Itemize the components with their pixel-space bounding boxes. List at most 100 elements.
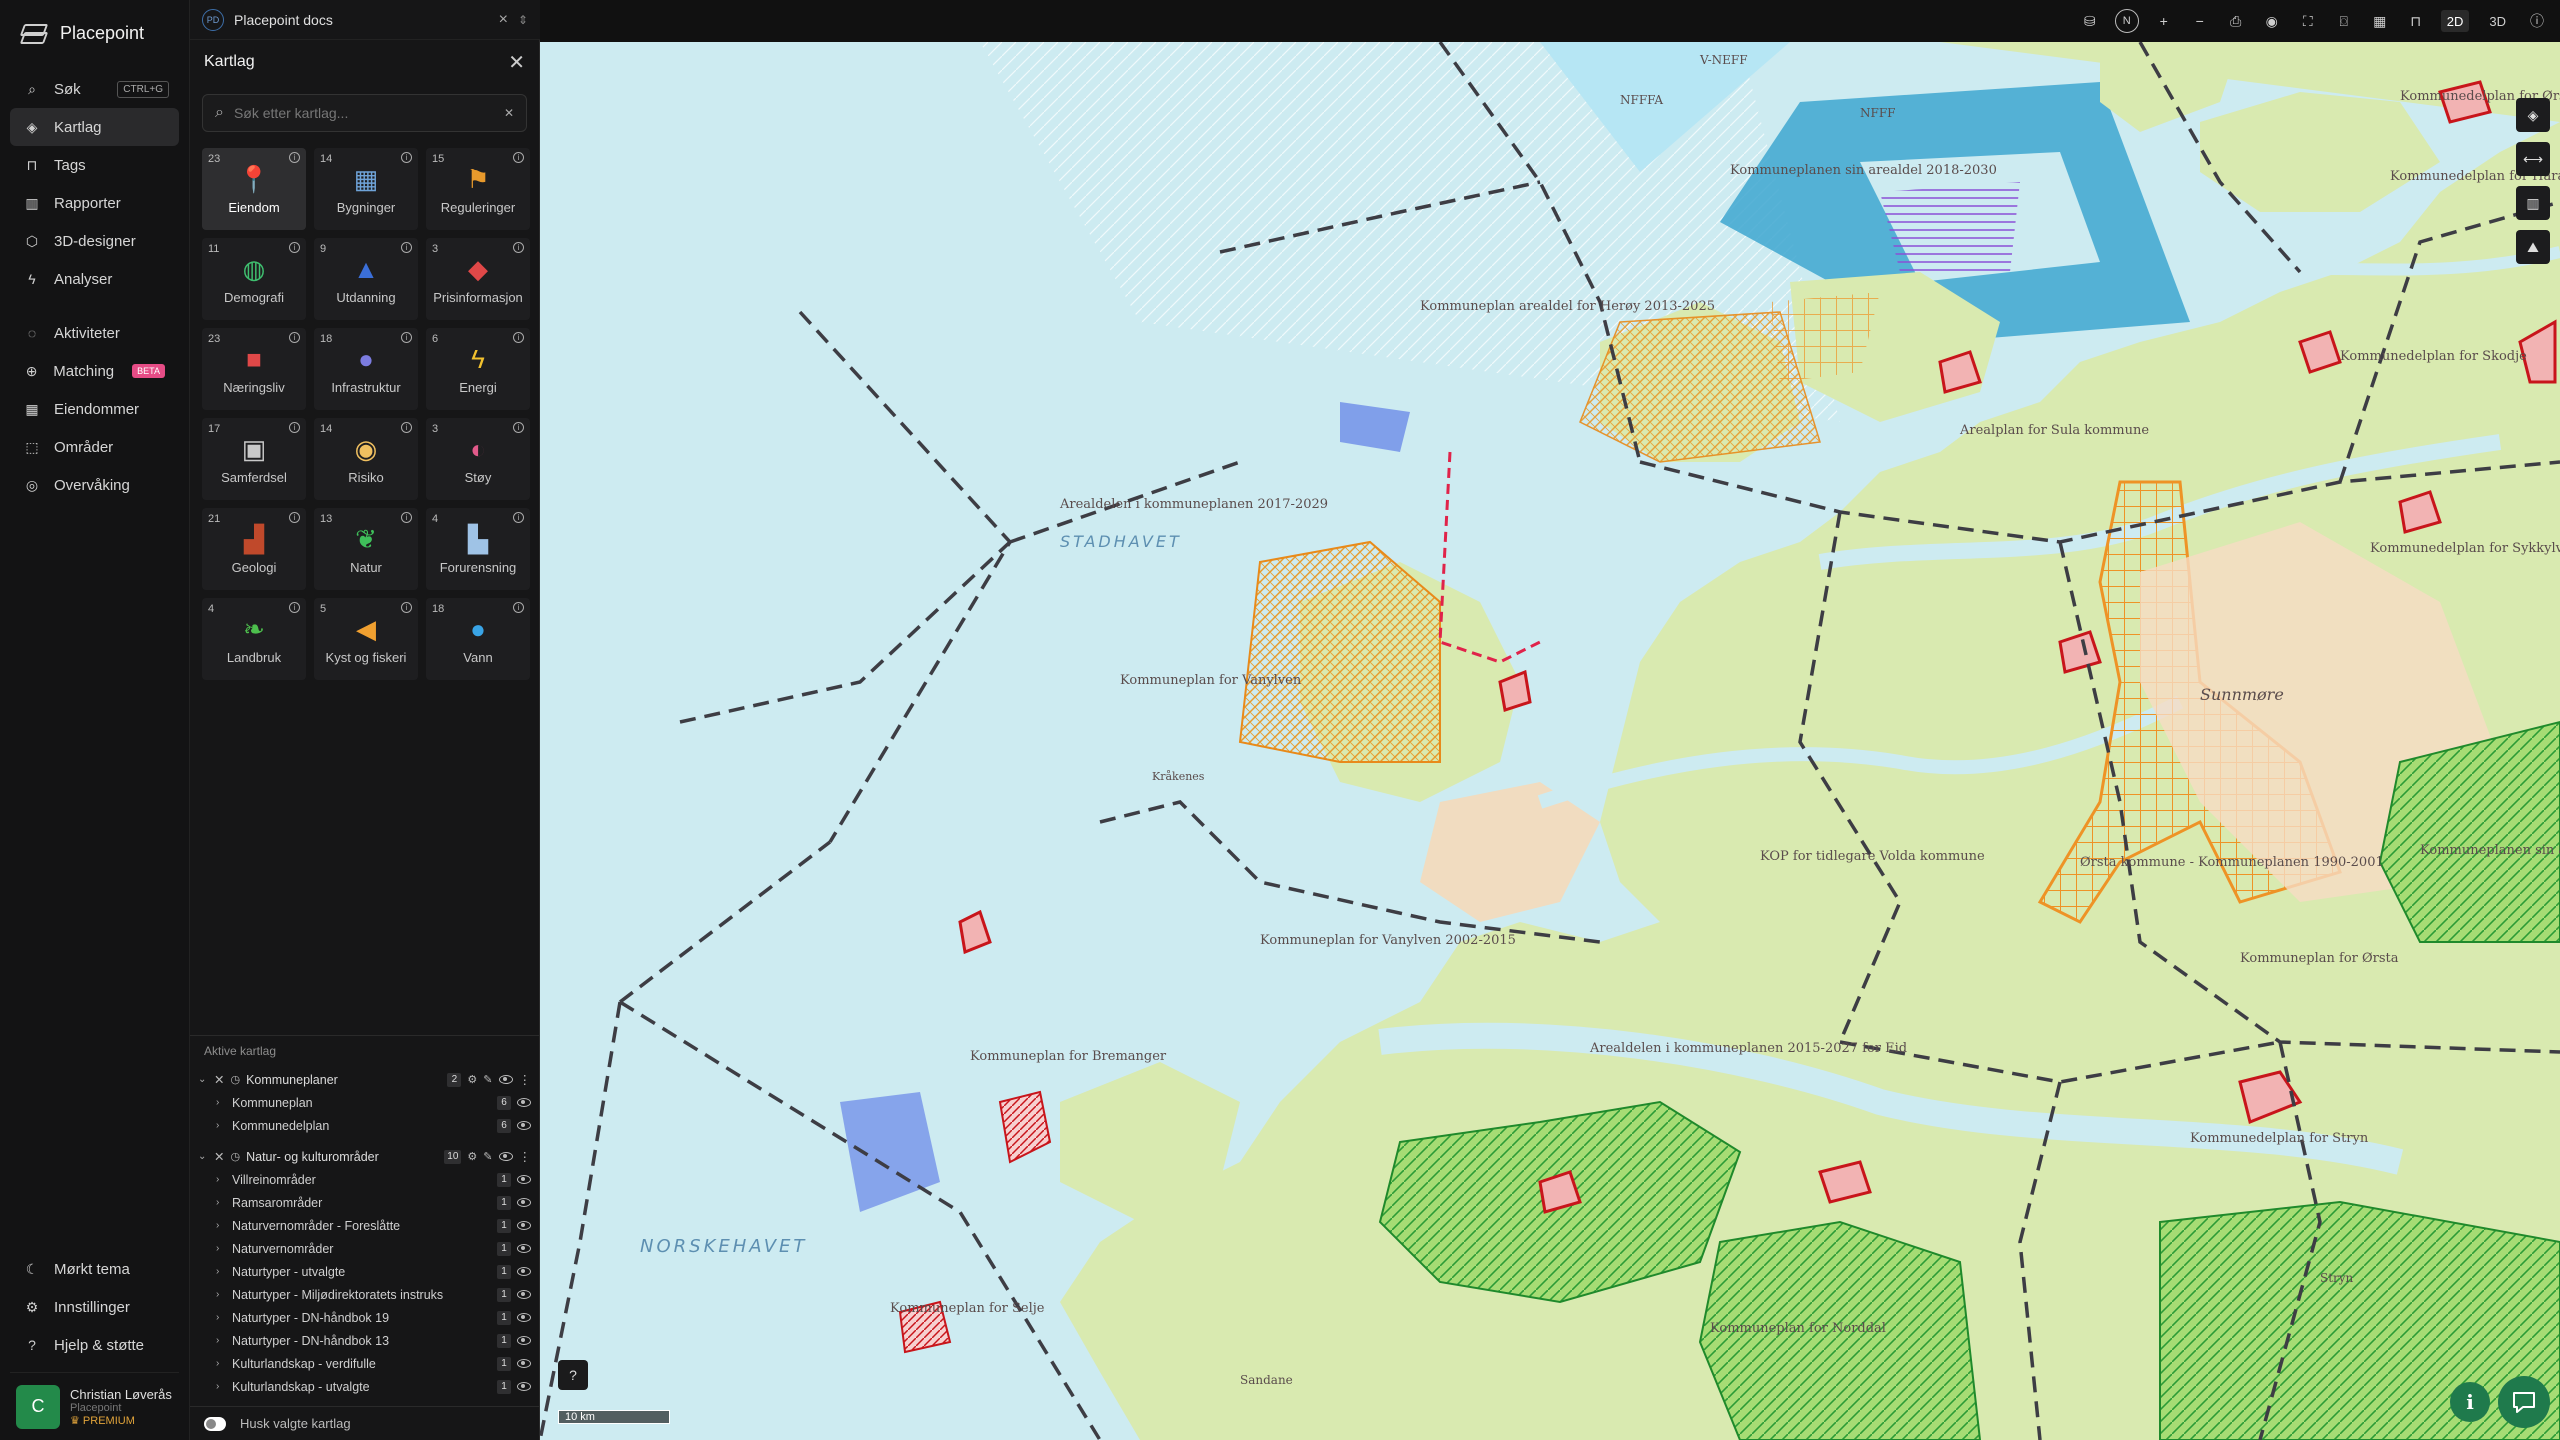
- info-icon[interactable]: i: [401, 422, 412, 433]
- fullscreen-icon[interactable]: ⛶: [2297, 10, 2319, 32]
- eye-icon[interactable]: [517, 1221, 531, 1230]
- info-icon[interactable]: i: [513, 422, 524, 433]
- eye-icon[interactable]: [517, 1121, 531, 1130]
- user-profile[interactable]: C Christian Løverås Placepoint ♛ PREMIUM: [10, 1372, 179, 1440]
- eye-icon[interactable]: ◉: [2261, 10, 2283, 32]
- nav-item-analyser[interactable]: ϟ Analyser: [10, 260, 179, 298]
- nav-item-rapporter[interactable]: ▥ Rapporter: [10, 184, 179, 222]
- nav-item-eiendommer[interactable]: ▦ Eiendommer: [10, 390, 179, 428]
- zoom-out-button[interactable]: −: [2189, 10, 2211, 32]
- zoom-in-button[interactable]: +: [2153, 10, 2175, 32]
- layer-row[interactable]: › Villreinområder 1: [190, 1168, 539, 1191]
- category-tile[interactable]: 4 i ❧ Landbruk: [202, 598, 306, 680]
- layer-row[interactable]: › Naturtyper - DN-håndbok 19 1: [190, 1306, 539, 1329]
- info-icon[interactable]: i: [289, 332, 300, 343]
- map-help-button[interactable]: ?: [558, 1360, 588, 1390]
- chevron-right-icon[interactable]: ›: [216, 1243, 226, 1254]
- category-tile[interactable]: 21 i ▟ Geologi: [202, 508, 306, 590]
- eye-icon[interactable]: [498, 1075, 513, 1084]
- nav-item-3d-designer[interactable]: ⬡ 3D-designer: [10, 222, 179, 260]
- layer-row[interactable]: › Ramsarområder 1: [190, 1191, 539, 1214]
- chevron-right-icon[interactable]: ›: [216, 1266, 226, 1277]
- remove-icon[interactable]: ✕: [214, 1072, 224, 1087]
- eye-icon[interactable]: [517, 1098, 531, 1107]
- remember-toggle[interactable]: [204, 1416, 226, 1431]
- settings-icon[interactable]: ⚙: [467, 1150, 477, 1163]
- info-icon[interactable]: i: [401, 152, 412, 163]
- category-tile[interactable]: 5 i ◀ Kyst og fiskeri: [314, 598, 418, 680]
- info-icon[interactable]: i: [513, 512, 524, 523]
- close-icon[interactable]: ✕: [508, 50, 525, 75]
- eye-icon[interactable]: [517, 1313, 531, 1322]
- category-tile[interactable]: 6 i ϟ Energi: [426, 328, 530, 410]
- nav-item-omrader[interactable]: ⬚ Områder: [10, 428, 179, 466]
- document-tab[interactable]: PD Placepoint docs × ⇕: [190, 0, 540, 40]
- chevron-right-icon[interactable]: ›: [216, 1174, 226, 1185]
- measure-tool-icon[interactable]: ⟷: [2516, 142, 2550, 176]
- category-tile[interactable]: 14 i ▦ Bygninger: [314, 148, 418, 230]
- grid-view-icon[interactable]: ▦: [2369, 10, 2391, 32]
- chevron-right-icon[interactable]: ›: [216, 1312, 226, 1323]
- nav-item-settings[interactable]: ⚙ Innstillinger: [10, 1288, 179, 1326]
- nav-item-overvaking[interactable]: ◎ Overvåking: [10, 466, 179, 504]
- bookmark-icon[interactable]: ⊓: [2405, 10, 2427, 32]
- info-icon[interactable]: i: [513, 602, 524, 613]
- chat-button[interactable]: [2498, 1376, 2550, 1428]
- layers-tool-icon[interactable]: ◈: [2516, 98, 2550, 132]
- chevron-right-icon[interactable]: ›: [216, 1197, 226, 1208]
- more-icon[interactable]: ⋮: [519, 1149, 532, 1164]
- info-icon[interactable]: i: [401, 512, 412, 523]
- nav-item-sok[interactable]: ⌕ Søk CTRL+G: [10, 70, 179, 108]
- chevron-right-icon[interactable]: ›: [216, 1289, 226, 1300]
- category-tile[interactable]: 14 i ◉ Risiko: [314, 418, 418, 500]
- brand[interactable]: Placepoint: [0, 0, 189, 66]
- info-button[interactable]: i: [2450, 1382, 2490, 1422]
- info-icon[interactable]: i: [401, 332, 412, 343]
- info-icon[interactable]: ⓘ: [2526, 10, 2548, 32]
- nav-item-dark-theme[interactable]: ☾ Mørkt tema: [10, 1250, 179, 1288]
- category-tile[interactable]: 4 i ▙ Forurensning: [426, 508, 530, 590]
- clear-icon[interactable]: ✕: [504, 106, 514, 120]
- map-canvas[interactable]: STADHAVET NORSKEHAVET NFFFA Kommuneplane…: [540, 42, 2560, 1440]
- nav-item-matching[interactable]: ⊕ Matching BETA: [10, 352, 179, 390]
- layer-row[interactable]: › Naturtyper - utvalgte 1: [190, 1260, 539, 1283]
- category-tile[interactable]: 3 i ◆ Prisinformasjon: [426, 238, 530, 320]
- chevron-right-icon[interactable]: ›: [216, 1097, 226, 1108]
- eye-icon[interactable]: [517, 1267, 531, 1276]
- eye-icon[interactable]: [517, 1359, 531, 1368]
- layer-search-input[interactable]: [233, 105, 494, 121]
- nav-item-aktiviteter[interactable]: ◌ Aktiviteter: [10, 314, 179, 352]
- eye-icon[interactable]: [517, 1336, 531, 1345]
- chevron-down-icon[interactable]: ⌄: [198, 1074, 208, 1085]
- chevron-down-icon[interactable]: ⌄: [198, 1151, 208, 1162]
- eye-icon[interactable]: [517, 1244, 531, 1253]
- layer-row[interactable]: › Naturvernområder 1: [190, 1237, 539, 1260]
- layer-group[interactable]: ⌄ ✕ ◷ Natur- og kulturområder 10 ⚙ ✎ ⋮: [190, 1145, 539, 1168]
- chart-tool-icon[interactable]: ▥: [2516, 186, 2550, 220]
- chevron-right-icon[interactable]: ›: [216, 1120, 226, 1131]
- mode-2d-button[interactable]: 2D: [2440, 10, 2470, 32]
- edit-icon[interactable]: ✎: [483, 1150, 492, 1163]
- edit-icon[interactable]: ✎: [483, 1073, 492, 1086]
- settings-icon[interactable]: ⚙: [467, 1073, 477, 1086]
- eye-icon[interactable]: [498, 1152, 513, 1161]
- eye-icon[interactable]: [517, 1198, 531, 1207]
- layer-row[interactable]: › Kulturlandskap - verdifulle 1: [190, 1352, 539, 1375]
- info-icon[interactable]: i: [289, 422, 300, 433]
- category-tile[interactable]: 18 i ● Infrastruktur: [314, 328, 418, 410]
- eye-icon[interactable]: [517, 1382, 531, 1391]
- info-icon[interactable]: i: [513, 242, 524, 253]
- chevron-right-icon[interactable]: ›: [216, 1335, 226, 1346]
- more-icon[interactable]: ⋮: [519, 1072, 532, 1087]
- info-icon[interactable]: i: [289, 242, 300, 253]
- chevron-right-icon[interactable]: ›: [216, 1358, 226, 1369]
- camera-icon[interactable]: ⌼: [2333, 10, 2355, 32]
- close-icon[interactable]: ×: [499, 11, 508, 29]
- category-tile[interactable]: 3 i ◐ Støy: [426, 418, 530, 500]
- info-icon[interactable]: i: [289, 152, 300, 163]
- info-icon[interactable]: i: [289, 602, 300, 613]
- chevron-updown-icon[interactable]: ⇕: [518, 13, 528, 27]
- nav-item-tags[interactable]: ⊓ Tags: [10, 146, 179, 184]
- layer-row[interactable]: › Naturtyper - DN-håndbok 13 1: [190, 1329, 539, 1352]
- account-icon[interactable]: ⛁: [2079, 10, 2101, 32]
